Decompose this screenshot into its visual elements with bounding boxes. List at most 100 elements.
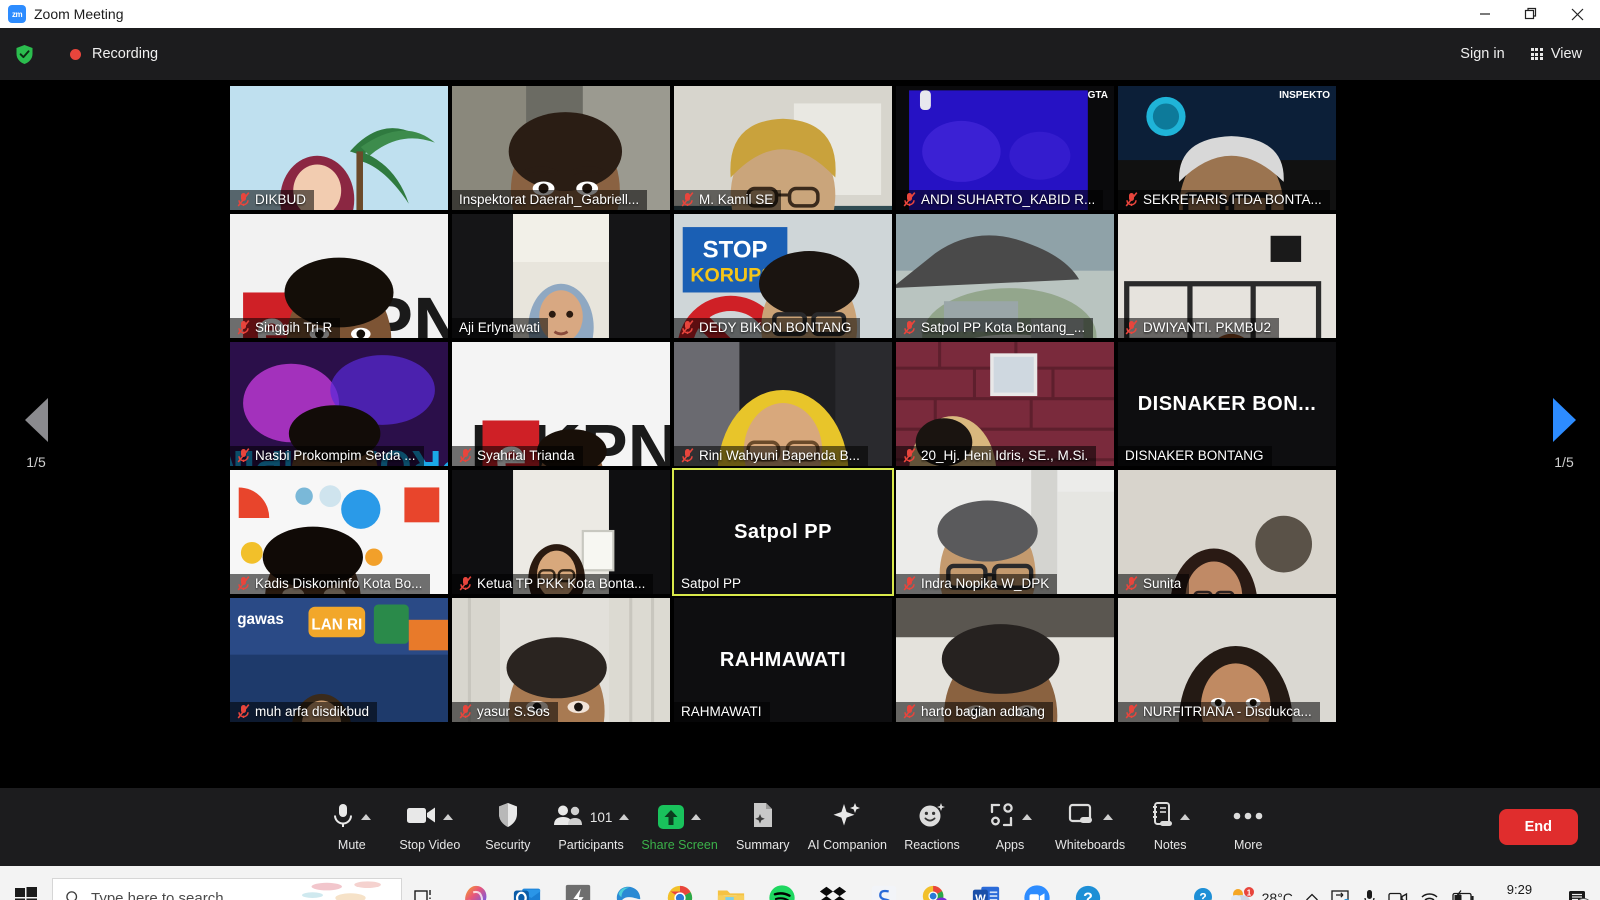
toolbar-apps-button[interactable]: Apps bbox=[971, 796, 1049, 858]
toolbar-participants-button[interactable]: 101Participants bbox=[547, 796, 636, 858]
task-view-icon[interactable] bbox=[402, 888, 448, 900]
participant-tile[interactable]: Inspektorat Daerah_Gabriell... bbox=[450, 84, 672, 212]
toolbar-more-button[interactable]: More bbox=[1209, 796, 1287, 858]
muted-microphone-icon bbox=[237, 576, 250, 591]
participant-tile[interactable]: 20_Hj. Heni Idris, SE., M.Si. bbox=[894, 340, 1116, 468]
muted-microphone-icon bbox=[1125, 576, 1138, 591]
participant-tile[interactable]: Aji Erlynawati bbox=[450, 212, 672, 340]
toolbar-stop-video-button[interactable]: Stop Video bbox=[391, 796, 469, 858]
muted-microphone-icon bbox=[1125, 320, 1138, 335]
editor-icon[interactable] bbox=[864, 875, 904, 900]
participant-tile[interactable]: harto bagian adbang bbox=[894, 596, 1116, 724]
spotify-icon[interactable] bbox=[762, 875, 802, 900]
help-icon[interactable]: ? ! bbox=[1191, 885, 1217, 900]
recording-indicator[interactable]: Recording bbox=[70, 46, 158, 62]
muted-microphone-icon bbox=[459, 576, 472, 591]
participant-tile[interactable]: INSPEKTO SEKRETARIS ITDA BONTA... bbox=[1116, 84, 1338, 212]
participant-name: Ketua TP PKK Kota Bonta... bbox=[477, 576, 645, 591]
chrome-icon[interactable] bbox=[660, 875, 700, 900]
view-button[interactable]: View bbox=[1531, 46, 1582, 62]
s-app-icon[interactable] bbox=[558, 875, 598, 900]
zoom-icon[interactable] bbox=[1017, 875, 1057, 900]
participant-tile[interactable]: Satpol PP Kota Bontang_... bbox=[894, 212, 1116, 340]
toolbar-notes-button[interactable]: Notes bbox=[1131, 796, 1209, 858]
file-explorer-icon[interactable] bbox=[711, 875, 751, 900]
previous-page-button[interactable]: 1/5 bbox=[0, 398, 72, 470]
minimize-icon[interactable] bbox=[1462, 0, 1508, 28]
next-page-button[interactable]: 1/5 bbox=[1528, 398, 1600, 470]
next-page-count: 1/5 bbox=[1554, 454, 1573, 470]
participant-name: Indra Nopika W_DPK bbox=[921, 576, 1049, 591]
participant-tile[interactable]: Indra Nopika W_DPK bbox=[894, 468, 1116, 596]
toolbar-share-screen-button[interactable]: Share Screen bbox=[635, 796, 723, 858]
toolbar-summary-button[interactable]: Summary bbox=[724, 796, 802, 858]
participant-tile[interactable]: NURFITRIANA - Disdukca... bbox=[1116, 596, 1338, 724]
copilot-icon[interactable] bbox=[456, 875, 496, 900]
chevron-up-icon[interactable] bbox=[1022, 814, 1032, 820]
participant-tile[interactable]: DWIYANTI. PKMBU2 bbox=[1116, 212, 1338, 340]
participant-name-bar: Satpol PP bbox=[674, 574, 749, 594]
participant-tile[interactable]: STOP KORUPSI DEDY BIKON BONTANG bbox=[672, 212, 894, 340]
participant-tile[interactable]: Rini Wahyuni Bapenda B... bbox=[672, 340, 894, 468]
word-icon[interactable]: W bbox=[966, 875, 1006, 900]
participant-tile[interactable]: Ketua TP PKK Kota Bonta... bbox=[450, 468, 672, 596]
sign-in-button[interactable]: Sign in bbox=[1460, 46, 1504, 62]
participant-name-bar: Rini Wahyuni Bapenda B... bbox=[674, 446, 868, 466]
toolbar-mute-button[interactable]: Mute bbox=[313, 796, 391, 858]
participant-tile[interactable]: yasur S.Sos bbox=[450, 596, 672, 724]
edge-icon[interactable] bbox=[609, 875, 649, 900]
end-meeting-button[interactable]: End bbox=[1499, 809, 1578, 845]
participant-tile[interactable]: Satpol PPSatpol PP bbox=[672, 468, 894, 596]
shield-check-icon[interactable] bbox=[14, 43, 34, 65]
participant-tile[interactable]: RAHMAWATIRAHMAWATI bbox=[672, 596, 894, 724]
windows-logo-icon[interactable] bbox=[0, 887, 52, 900]
sync-icon[interactable] bbox=[1331, 889, 1351, 900]
participant-tile[interactable]: Sunita bbox=[1116, 468, 1338, 596]
chevron-up-icon[interactable] bbox=[1305, 892, 1319, 900]
chevron-up-icon[interactable] bbox=[443, 814, 453, 820]
muted-microphone-icon bbox=[903, 704, 916, 719]
participant-tile[interactable]: LHKPN e Singgih Tri R bbox=[228, 212, 450, 340]
participant-name: Nasbi Prokompim Setda ... bbox=[255, 448, 416, 463]
participant-name-bar: RAHMAWATI bbox=[674, 702, 770, 722]
dropbox-icon[interactable] bbox=[813, 875, 853, 900]
participant-tile[interactable]: PROKOMPIM PROTOKOL DAN KOMUNIKASI PIMPIN… bbox=[228, 340, 450, 468]
toolbar-reactions-button[interactable]: Reactions bbox=[893, 796, 971, 858]
muted-microphone-icon bbox=[237, 192, 250, 207]
toolbar-whiteboards-button[interactable]: Whiteboards bbox=[1049, 796, 1131, 858]
participant-tile[interactable]: L KPN e Syahrial Trianda bbox=[450, 340, 672, 468]
clock-time: 9:29 bbox=[1487, 882, 1552, 898]
chevron-up-icon[interactable] bbox=[361, 814, 371, 820]
participant-tile[interactable]: M. Kamil SE bbox=[672, 84, 894, 212]
grid-icon bbox=[1531, 48, 1543, 60]
chrome-profile-icon[interactable]: G bbox=[915, 875, 955, 900]
participant-tile[interactable]: LAN RI gawas muh arfa disdikbud bbox=[228, 596, 450, 724]
apps-icon bbox=[989, 803, 1015, 832]
wifi-icon[interactable] bbox=[1420, 890, 1439, 900]
toolbar-ai-companion-button[interactable]: AI Companion bbox=[802, 796, 893, 858]
participant-name: muh arfa disdikbud bbox=[255, 704, 369, 719]
chevron-up-icon[interactable] bbox=[1103, 814, 1113, 820]
toolbar-item-label: Apps bbox=[996, 838, 1025, 852]
close-icon[interactable] bbox=[1554, 0, 1600, 28]
chevron-up-icon[interactable] bbox=[1180, 814, 1190, 820]
chevron-up-icon[interactable] bbox=[619, 814, 629, 820]
battery-charging-icon[interactable] bbox=[1451, 890, 1475, 900]
outlook-icon[interactable] bbox=[507, 875, 547, 900]
search-input[interactable]: Type here to search bbox=[52, 878, 402, 900]
notification-icon[interactable]: 22 bbox=[1564, 885, 1590, 900]
microphone-icon[interactable] bbox=[1363, 889, 1376, 900]
weather-widget[interactable]: 1 28°C bbox=[1229, 886, 1293, 900]
participant-tile[interactable]: GTA ANDI SUHARTO_KABID R... bbox=[894, 84, 1116, 212]
maximize-icon[interactable] bbox=[1508, 0, 1554, 28]
taskbar-clock[interactable]: 9:29 07/01/2025 bbox=[1487, 882, 1552, 900]
participant-tile[interactable]: DISNAKER BON...DISNAKER BONTANG bbox=[1116, 340, 1338, 468]
participant-tile[interactable]: DIKBUD bbox=[228, 84, 450, 212]
people-icon bbox=[553, 804, 583, 831]
camera-icon[interactable] bbox=[1388, 890, 1408, 900]
help-icon[interactable]: ? bbox=[1068, 875, 1108, 900]
toolbar-security-button[interactable]: Security bbox=[469, 796, 547, 858]
muted-microphone-icon bbox=[459, 448, 472, 463]
chevron-up-icon[interactable] bbox=[691, 814, 701, 820]
participant-tile[interactable]: Kadis Diskominfo Kota Bo... bbox=[228, 468, 450, 596]
